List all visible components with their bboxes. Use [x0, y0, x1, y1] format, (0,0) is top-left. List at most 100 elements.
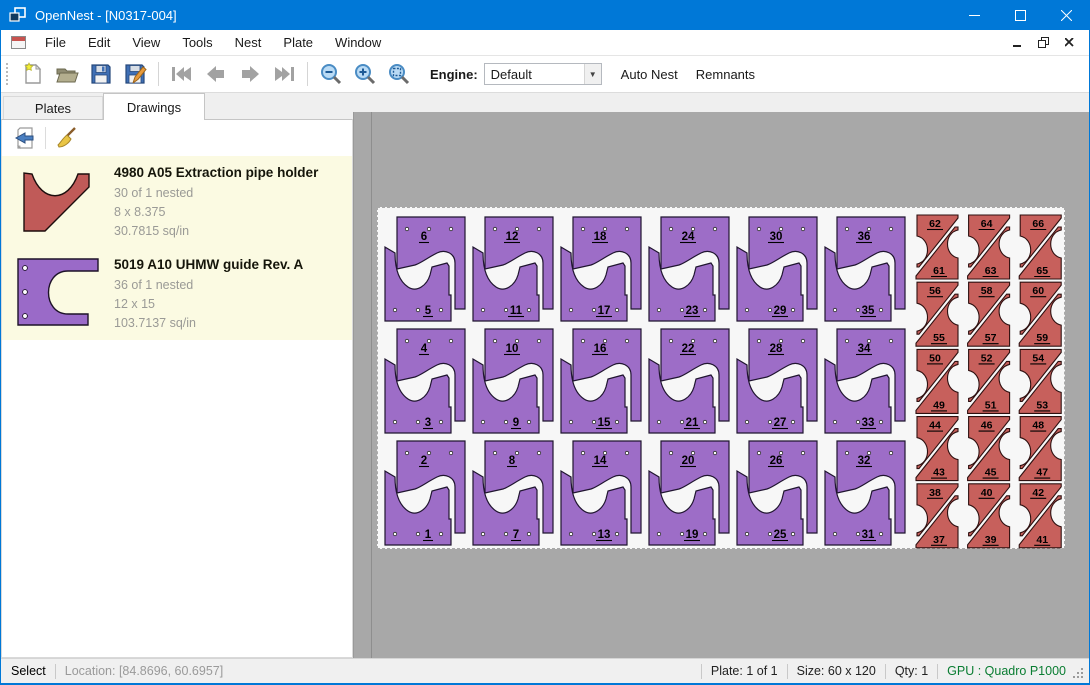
purple-part-pair[interactable]: 43 — [385, 329, 465, 433]
drawing-size: 8 x 8.375 — [114, 203, 318, 222]
svg-text:60: 60 — [1032, 285, 1044, 297]
purple-part-pair[interactable]: 65 — [385, 217, 465, 321]
status-gpu: GPU : Quadro P1000 — [947, 664, 1066, 678]
red-part-pair[interactable]: 60 59 — [1019, 282, 1061, 346]
red-part-pair[interactable]: 6463 — [968, 215, 1010, 279]
purple-part-pair[interactable]: 21 — [385, 441, 465, 545]
menu-item-file[interactable]: File — [34, 35, 77, 50]
menu-item-view[interactable]: View — [121, 35, 171, 50]
svg-text:35: 35 — [862, 305, 875, 317]
svg-text:2: 2 — [421, 455, 427, 467]
svg-text:23: 23 — [686, 305, 699, 317]
menu-item-plate[interactable]: Plate — [272, 35, 324, 50]
toolbar-grip[interactable] — [5, 62, 10, 86]
svg-text:8: 8 — [509, 455, 516, 467]
tab-plates[interactable]: Plates — [3, 96, 103, 120]
purple-part-pair[interactable]: 109 — [473, 329, 553, 433]
purple-part-pair[interactable]: 3433 — [825, 329, 905, 433]
resize-grip[interactable] — [1072, 667, 1086, 681]
svg-text:19: 19 — [686, 529, 699, 541]
svg-text:46: 46 — [981, 420, 993, 432]
import-drawing-button[interactable] — [10, 124, 40, 152]
menu-item-nest[interactable]: Nest — [224, 35, 273, 50]
svg-text:66: 66 — [1032, 218, 1044, 230]
zoom-out-button[interactable] — [314, 59, 348, 89]
menu-item-window[interactable]: Window — [324, 35, 392, 50]
mdi-close-button[interactable] — [1057, 33, 1081, 53]
red-part-pair[interactable]: 6261 — [916, 215, 958, 279]
purple-part-pair[interactable]: 2221 — [649, 329, 729, 433]
svg-text:31: 31 — [862, 529, 875, 541]
red-part-pair[interactable]: 4645 — [968, 417, 1010, 481]
purple-part-pair[interactable]: 3231 — [825, 441, 905, 545]
tab-drawings[interactable]: Drawings — [103, 93, 205, 120]
auto-nest-button[interactable]: Auto Nest — [612, 61, 687, 87]
svg-text:51: 51 — [985, 399, 997, 411]
drawing-area: 103.7137 sq/in — [114, 314, 303, 333]
panel-tabs: Plates Drawings — [1, 93, 353, 120]
svg-text:18: 18 — [594, 231, 607, 243]
drawing-item[interactable]: 5019 A10 UHMW guide Rev. A 36 of 1 neste… — [2, 248, 352, 340]
first-plate-button[interactable] — [165, 59, 199, 89]
plate-sheet[interactable]: 6512111817242330293635431091615222128273… — [377, 207, 1065, 549]
red-part-pair[interactable]: 5251 — [968, 349, 1010, 413]
new-file-button[interactable] — [16, 59, 50, 89]
open-file-button[interactable] — [50, 59, 84, 89]
purple-part-pair[interactable]: 2625 — [737, 441, 817, 545]
drawing-thumbnail — [14, 163, 102, 237]
clear-drawings-button[interactable] — [51, 124, 81, 152]
red-part-pair[interactable]: 5453 — [1019, 349, 1061, 413]
maximize-button[interactable] — [997, 0, 1043, 30]
chevron-down-icon[interactable]: ▼ — [584, 64, 601, 84]
minimize-button[interactable] — [951, 0, 997, 30]
red-part-pair[interactable]: 4443 — [916, 417, 958, 481]
zoom-in-button[interactable] — [348, 59, 382, 89]
purple-part-pair[interactable]: 87 — [473, 441, 553, 545]
svg-text:43: 43 — [933, 467, 945, 479]
menu-item-edit[interactable]: Edit — [77, 35, 121, 50]
engine-select[interactable]: Default ▼ — [484, 63, 602, 85]
red-part-pair[interactable]: 4847 — [1019, 417, 1061, 481]
save-button[interactable] — [84, 59, 118, 89]
mdi-restore-button[interactable] — [1031, 33, 1055, 53]
nest-canvas[interactable]: 6512111817242330293635431091615222128273… — [353, 112, 1089, 658]
svg-text:57: 57 — [985, 332, 997, 344]
menu-item-tools[interactable]: Tools — [171, 35, 223, 50]
purple-part-pair[interactable]: 2827 — [737, 329, 817, 433]
svg-text:13: 13 — [598, 529, 611, 541]
purple-part-pair[interactable]: 2423 — [649, 217, 729, 321]
purple-part-pair[interactable]: 3635 — [825, 217, 905, 321]
drawing-item[interactable]: 4980 A05 Extraction pipe holder 30 of 1 … — [2, 156, 352, 248]
red-part-pair[interactable]: 3837 — [916, 484, 958, 548]
purple-part-pair[interactable]: 1615 — [561, 329, 641, 433]
next-plate-button[interactable] — [233, 59, 267, 89]
purple-part-pair[interactable]: 1413 — [561, 441, 641, 545]
document-icon[interactable] — [11, 36, 26, 49]
svg-text:59: 59 — [1036, 332, 1048, 344]
red-part-pair[interactable]: 4039 — [968, 484, 1010, 548]
last-plate-button[interactable] — [267, 59, 301, 89]
remnants-button[interactable]: Remnants — [687, 61, 764, 87]
svg-text:41: 41 — [1036, 534, 1048, 546]
red-part-pair[interactable]: 5857 — [968, 282, 1010, 346]
svg-text:22: 22 — [682, 343, 695, 355]
red-part-pair[interactable]: 5655 — [916, 282, 958, 346]
purple-part-pair[interactable]: 2019 — [649, 441, 729, 545]
red-part-pair[interactable]: 66 65 — [1019, 215, 1061, 279]
purple-part-pair[interactable]: 1211 — [473, 217, 553, 321]
drawing-nested-count: 36 of 1 nested — [114, 276, 303, 295]
svg-text:10: 10 — [506, 343, 519, 355]
save-as-button[interactable] — [118, 59, 152, 89]
svg-text:65: 65 — [1036, 265, 1048, 277]
svg-text:39: 39 — [985, 534, 997, 546]
purple-part-pair[interactable]: 3029 — [737, 217, 817, 321]
previous-plate-button[interactable] — [199, 59, 233, 89]
close-button[interactable] — [1043, 0, 1089, 30]
red-part-pair[interactable]: 4241 — [1019, 484, 1061, 548]
purple-part-pair[interactable]: 1817 — [561, 217, 641, 321]
svg-text:63: 63 — [985, 265, 997, 277]
mdi-minimize-button[interactable] — [1005, 33, 1029, 53]
status-qty: Qty: 1 — [895, 664, 928, 678]
zoom-fit-button[interactable] — [382, 59, 416, 89]
red-part-pair[interactable]: 5049 — [916, 349, 958, 413]
